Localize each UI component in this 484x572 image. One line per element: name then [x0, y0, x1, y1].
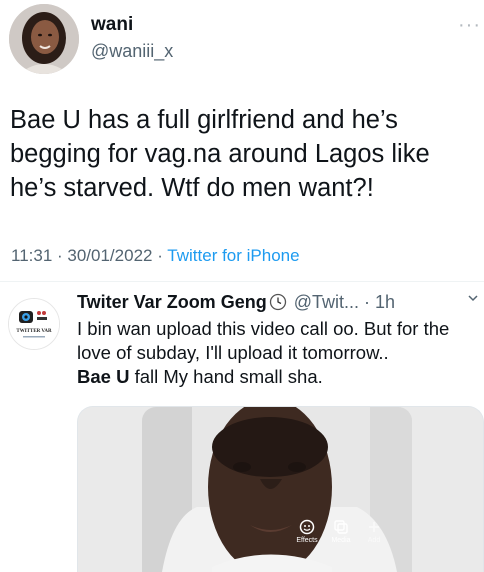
tweet-meta: 11:31 · 30/01/2022 · Twitter for iPhone: [11, 246, 300, 265]
quoted-handle[interactable]: @Twit...: [294, 292, 359, 312]
quoted-text: I bin wan upload this video call oo. But…: [77, 318, 450, 387]
clock-icon: [269, 293, 286, 311]
more-icon[interactable]: ···: [458, 14, 481, 37]
quoted-age[interactable]: 1h: [375, 292, 395, 312]
add-icon: [369, 522, 379, 532]
tweet-text: Bae U has a full girlfriend and he’s beg…: [10, 106, 430, 202]
video-frame[interactable]: Effects Media Add: [142, 407, 412, 572]
divider: [0, 281, 484, 282]
media-button[interactable]: Media: [324, 519, 358, 544]
quoted-name[interactable]: Twiter Var Zoom Geng: [77, 292, 267, 312]
chevron-down-icon[interactable]: [467, 291, 479, 307]
avatar[interactable]: [9, 4, 79, 74]
quoted-header: Twiter Var Zoom Geng @Twit... · 1h: [77, 292, 396, 312]
author-name[interactable]: wani: [91, 14, 133, 36]
quoted-media[interactable]: Effects Media Add: [77, 406, 484, 572]
tweet-time[interactable]: 11:31: [11, 246, 52, 265]
tweet-source[interactable]: Twitter for iPhone: [167, 246, 299, 265]
quoted-avatar[interactable]: TWITTER VAR: [8, 298, 60, 350]
quoted-avatar-text: TWITTER VAR: [16, 329, 52, 334]
author-handle[interactable]: @waniii_x: [91, 41, 173, 62]
effects-icon: [299, 519, 315, 535]
quoted-mention: Bae U: [77, 366, 130, 387]
add-button[interactable]: Add: [357, 519, 391, 544]
tweet-date[interactable]: 30/01/2022: [67, 246, 152, 265]
media-icon: [334, 520, 348, 534]
effects-button[interactable]: Effects: [290, 519, 324, 544]
